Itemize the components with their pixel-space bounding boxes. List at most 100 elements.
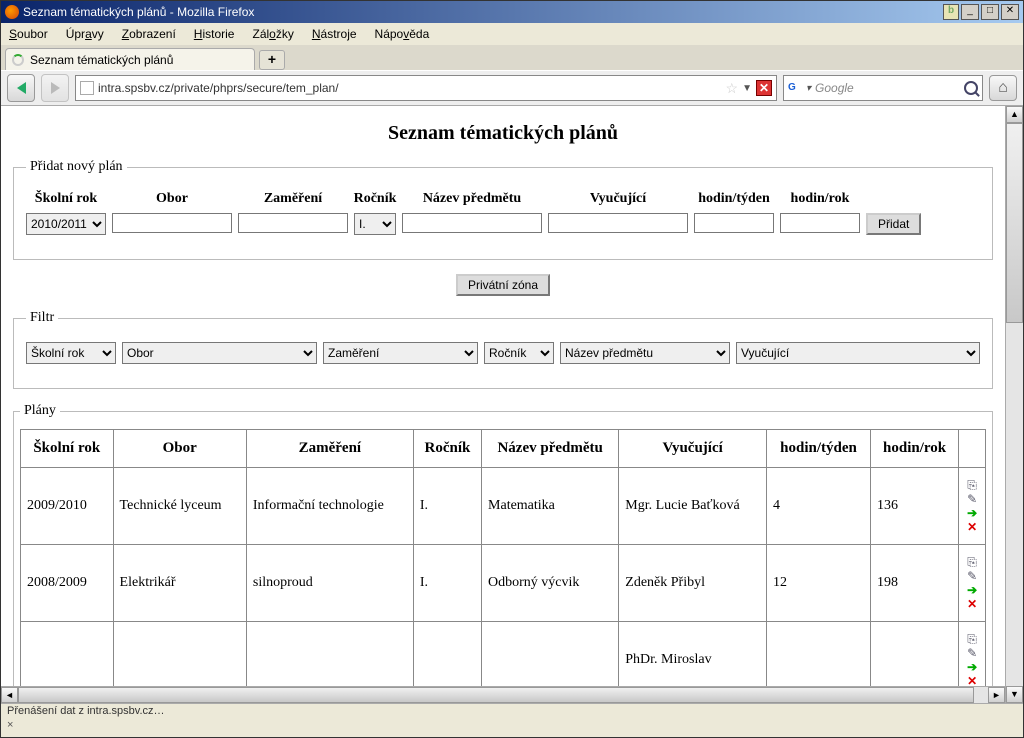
filter-fieldset: Filtr Školní rok Obor Zaměření Ročník Ná…	[13, 310, 993, 389]
select-year[interactable]: I.	[354, 213, 396, 235]
label-school-year: Školní rok	[35, 191, 97, 207]
filter-focus[interactable]: Zaměření	[323, 342, 478, 364]
cell-branch: Technické lyceum	[113, 468, 246, 545]
edit-icon[interactable]: ✎	[967, 569, 977, 583]
minimize-button[interactable]: _	[961, 4, 979, 20]
menu-bookmarks[interactable]: Záložky	[252, 27, 293, 41]
url-text: intra.spsbv.cz/private/phprs/secure/tem_…	[98, 81, 722, 95]
forward-button[interactable]	[41, 74, 69, 102]
filter-branch[interactable]: Obor	[122, 342, 317, 364]
arrow-right-icon	[51, 82, 60, 94]
new-tab-button[interactable]: +	[259, 50, 285, 70]
cell-actions: ⎘✎➔✕	[959, 468, 986, 545]
status-close-icon[interactable]: ×	[7, 719, 13, 731]
open-icon[interactable]: ➔	[967, 506, 977, 520]
input-subject[interactable]	[402, 213, 542, 233]
delete-icon[interactable]: ✕	[967, 520, 977, 534]
table-row: 2009/2010Technické lyceumInformační tech…	[21, 468, 986, 545]
search-placeholder: Google	[815, 81, 960, 95]
menu-bar: Soubor Úpravy Zobrazení Historie Záložky…	[1, 23, 1023, 45]
add-plan-fieldset: Přidat nový plán Školní rok 2010/2011 Ob…	[13, 159, 993, 260]
filter-teacher[interactable]: Vyučující	[736, 342, 980, 364]
back-button[interactable]	[7, 74, 35, 102]
label-teacher: Vyučující	[590, 191, 646, 207]
label-branch: Obor	[156, 191, 188, 207]
horizontal-scrollbar[interactable]: ◄ ►	[1, 686, 1005, 703]
th-hpw: hodin/týden	[767, 430, 871, 468]
input-hours-per-year[interactable]	[780, 213, 860, 233]
cell-school_year: 2009/2010	[21, 468, 114, 545]
browser-tab[interactable]: Seznam tématických plánů	[5, 48, 255, 70]
input-focus[interactable]	[238, 213, 348, 233]
add-plan-legend: Přidat nový plán	[26, 159, 127, 175]
url-dropdown-icon[interactable]: ▼	[742, 83, 752, 94]
scroll-down-button[interactable]: ▼	[1006, 686, 1023, 703]
input-branch[interactable]	[112, 213, 232, 233]
filter-legend: Filtr	[26, 310, 58, 326]
menu-tools[interactable]: Nástroje	[312, 27, 357, 41]
filter-year[interactable]: Ročník	[484, 342, 554, 364]
cell-focus: silnoproud	[246, 545, 413, 622]
window-titlebar: Seznam tématických plánů - Mozilla Firef…	[1, 1, 1023, 23]
maximize-button[interactable]: □	[981, 4, 999, 20]
th-actions	[959, 430, 986, 468]
cell-hpw: 4	[767, 468, 871, 545]
search-submit-icon[interactable]	[964, 81, 978, 95]
cell-focus: Informační technologie	[246, 468, 413, 545]
scroll-right-button[interactable]: ►	[988, 687, 1005, 703]
loading-spinner-icon	[12, 54, 24, 66]
page-title: Seznam tématických plánů	[13, 122, 993, 145]
close-window-button[interactable]: ✕	[1001, 4, 1019, 20]
label-hpw: hodin/týden	[698, 191, 770, 207]
th-teacher: Vyučující	[619, 430, 767, 468]
search-engine-dropdown-icon[interactable]: ▾	[806, 83, 811, 94]
menu-edit[interactable]: Úpravy	[66, 27, 104, 41]
horizontal-scroll-thumb[interactable]	[18, 687, 974, 703]
url-bar[interactable]: intra.spsbv.cz/private/phprs/secure/tem_…	[75, 75, 777, 101]
input-hours-per-week[interactable]	[694, 213, 774, 233]
page-icon	[80, 81, 94, 95]
edit-icon[interactable]: ✎	[967, 646, 977, 660]
arrow-left-icon	[17, 82, 26, 94]
firefox-icon	[5, 5, 19, 19]
copy-icon[interactable]: ⎘	[967, 632, 977, 646]
filter-subject[interactable]: Název předmětu	[560, 342, 730, 364]
cell-year: I.	[413, 468, 481, 545]
delete-icon[interactable]: ✕	[967, 597, 977, 611]
scroll-left-button[interactable]: ◄	[1, 687, 18, 703]
cell-hpw: 12	[767, 545, 871, 622]
menu-view[interactable]: Zobrazení	[122, 27, 176, 41]
search-bar[interactable]: ▾ Google	[783, 75, 983, 101]
open-icon[interactable]: ➔	[967, 660, 977, 674]
bookmark-star-icon[interactable]: ☆	[726, 80, 739, 97]
label-year: Ročník	[354, 191, 397, 207]
tab-title: Seznam tématických plánů	[30, 53, 173, 67]
add-button[interactable]: Přidat	[866, 213, 921, 235]
menu-history[interactable]: Historie	[194, 27, 235, 41]
scroll-up-button[interactable]: ▲	[1006, 106, 1023, 123]
menu-help[interactable]: Nápověda	[375, 27, 430, 41]
input-teacher[interactable]	[548, 213, 688, 233]
copy-icon[interactable]: ⎘	[967, 478, 977, 492]
th-school-year: Školní rok	[21, 430, 114, 468]
open-icon[interactable]: ➔	[967, 583, 977, 597]
edit-icon[interactable]: ✎	[967, 492, 977, 506]
cell-hpy: 136	[871, 468, 959, 545]
plans-fieldset: Plány Školní rok Obor Zaměření Ročník Ná…	[13, 403, 993, 703]
private-zone-button[interactable]: Privátní zóna	[456, 274, 550, 296]
th-focus: Zaměření	[246, 430, 413, 468]
copy-icon[interactable]: ⎘	[967, 555, 977, 569]
th-hpy: hodin/rok	[871, 430, 959, 468]
vertical-scrollbar[interactable]: ▲ ▼	[1005, 106, 1023, 703]
cell-actions: ⎘✎➔✕	[959, 545, 986, 622]
cell-hpy: 198	[871, 545, 959, 622]
bookmark-indicator-button[interactable]: b	[943, 4, 959, 20]
stop-button[interactable]: ✕	[756, 80, 772, 96]
filter-school-year[interactable]: Školní rok	[26, 342, 116, 364]
home-button[interactable]: ⌂	[989, 75, 1017, 101]
status-bar: Přenášení dat z intra.spsbv.cz… ×	[1, 703, 1023, 737]
table-row: 2008/2009ElektrikářsilnoproudI.Odborný v…	[21, 545, 986, 622]
select-school-year[interactable]: 2010/2011	[26, 213, 106, 235]
menu-file[interactable]: Soubor	[9, 27, 48, 41]
vertical-scroll-thumb[interactable]	[1006, 123, 1023, 323]
